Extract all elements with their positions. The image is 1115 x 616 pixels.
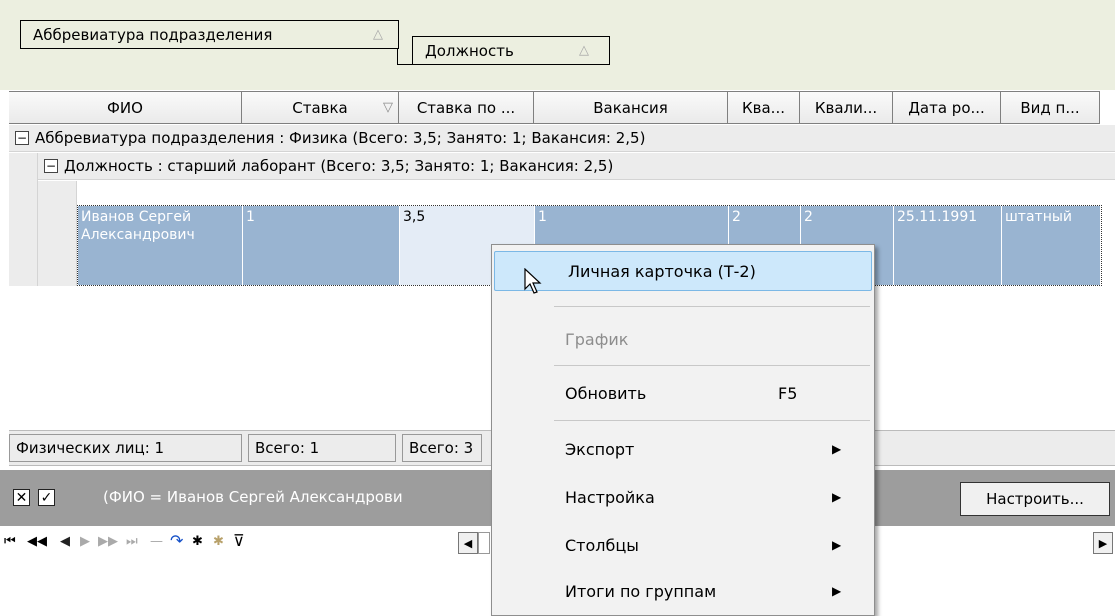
group-row-department-text: Аббревиатура подразделения : Физика (Все… [35, 129, 646, 147]
column-header-kva[interactable]: Ква... [728, 92, 800, 123]
scroll-right-button[interactable]: ▶ [1093, 532, 1113, 554]
prev-record-icon[interactable]: ◀ [60, 534, 70, 549]
column-header-stavka[interactable]: Ставка ▽ [242, 92, 399, 123]
collapse-icon[interactable]: − [15, 131, 29, 145]
group-connector [397, 49, 413, 65]
cell-stavka[interactable]: 1 [243, 206, 400, 285]
group-field-position[interactable]: Должность △ [412, 36, 610, 65]
column-header-vid[interactable]: Вид п... [1001, 92, 1100, 123]
column-header-data-rozhdeniya[interactable]: Дата ро... [893, 92, 1001, 123]
cell-vid[interactable]: штатный [1002, 206, 1101, 285]
submenu-arrow-icon: ▶ [832, 538, 842, 552]
menu-item-settings[interactable]: Настройка ▶ [492, 477, 874, 517]
prev-page-icon[interactable]: ◀◀ [27, 534, 47, 549]
submenu-arrow-icon: ▶ [832, 490, 842, 504]
delete-record-icon[interactable]: — [150, 534, 163, 549]
cell-data-rozhdeniya[interactable]: 25.11.1991 [894, 206, 1002, 285]
column-header-fio[interactable]: ФИО [9, 92, 242, 123]
footer-phys-count: Физических лиц: 1 [9, 434, 242, 462]
group-row-position-text: Должность : старший лаборант (Всего: 3,5… [64, 157, 614, 175]
group-indent [9, 153, 38, 286]
group-field-department-label: Аббревиатура подразделения [33, 25, 273, 44]
last-record-icon[interactable]: ⏭ [126, 534, 138, 549]
configure-filter-button[interactable]: Настроить... [960, 482, 1110, 516]
grid-header: ФИО Ставка ▽ Ставка по ... Вакансия Ква.… [9, 91, 1100, 124]
first-record-icon[interactable]: ⏮ [4, 534, 16, 549]
sort-ascending-icon: △ [373, 27, 383, 42]
menu-separator [554, 306, 870, 307]
sort-descending-icon: ▽ [383, 100, 393, 115]
cell-fio[interactable]: Иванов Сергей Александрович [78, 206, 243, 285]
menu-separator [554, 420, 870, 421]
horizontal-scrollbar-track[interactable] [478, 532, 490, 554]
group-indent [38, 181, 77, 286]
context-menu: Личная карточка (Т-2) График Обновить F5… [491, 244, 875, 616]
group-by-panel: Аббревиатура подразделения △ Должность △ [0, 0, 1115, 90]
next-record-icon[interactable]: ▶ [80, 534, 90, 549]
collapse-icon[interactable]: − [44, 159, 58, 173]
edit-record-icon[interactable]: ✱ [213, 534, 224, 549]
shortcut-label: F5 [778, 383, 798, 403]
next-page-icon[interactable]: ▶▶ [98, 534, 118, 549]
menu-item-columns[interactable]: Столбцы ▶ [492, 525, 874, 565]
insert-record-icon[interactable]: ✱ [192, 534, 203, 549]
menu-separator [554, 365, 870, 366]
column-header-kvali[interactable]: Квали... [800, 92, 893, 123]
group-row-department[interactable]: − Аббревиатура подразделения : Физика (В… [9, 125, 1115, 152]
filter-expression[interactable]: (ФИО = Иванов Сергей Александрови [103, 488, 403, 506]
scroll-left-button[interactable]: ◀ [458, 532, 478, 554]
footer-total-stavka: Всего: 1 [248, 434, 396, 462]
mouse-pointer-icon [524, 268, 542, 294]
submenu-arrow-icon: ▶ [832, 584, 842, 598]
menu-item-refresh[interactable]: Обновить F5 [492, 373, 874, 413]
column-header-stavka-po[interactable]: Ставка по ... [399, 92, 534, 123]
group-field-department[interactable]: Аббревиатура подразделения △ [20, 20, 399, 49]
sort-ascending-icon: △ [579, 43, 589, 58]
column-header-vakansiya[interactable]: Вакансия [534, 92, 728, 123]
refresh-icon[interactable]: ↷ [170, 531, 183, 550]
menu-item-export[interactable]: Экспорт ▶ [492, 429, 874, 469]
menu-item-group-totals[interactable]: Итоги по группам ▶ [492, 571, 874, 611]
menu-item-personal-card[interactable]: Личная карточка (Т-2) [494, 251, 872, 291]
group-row-position[interactable]: − Должность : старший лаборант (Всего: 3… [38, 153, 1115, 180]
filter-enable-checkbox[interactable]: ✓ [38, 489, 55, 506]
footer-total-stavka-po: Всего: 3 [402, 434, 482, 462]
group-field-position-label: Должность [425, 41, 514, 60]
close-filter-icon[interactable]: ✕ [13, 489, 30, 506]
submenu-arrow-icon: ▶ [832, 442, 842, 456]
filter-icon[interactable]: ⊽ [233, 531, 245, 550]
menu-item-schedule: График [565, 329, 629, 349]
